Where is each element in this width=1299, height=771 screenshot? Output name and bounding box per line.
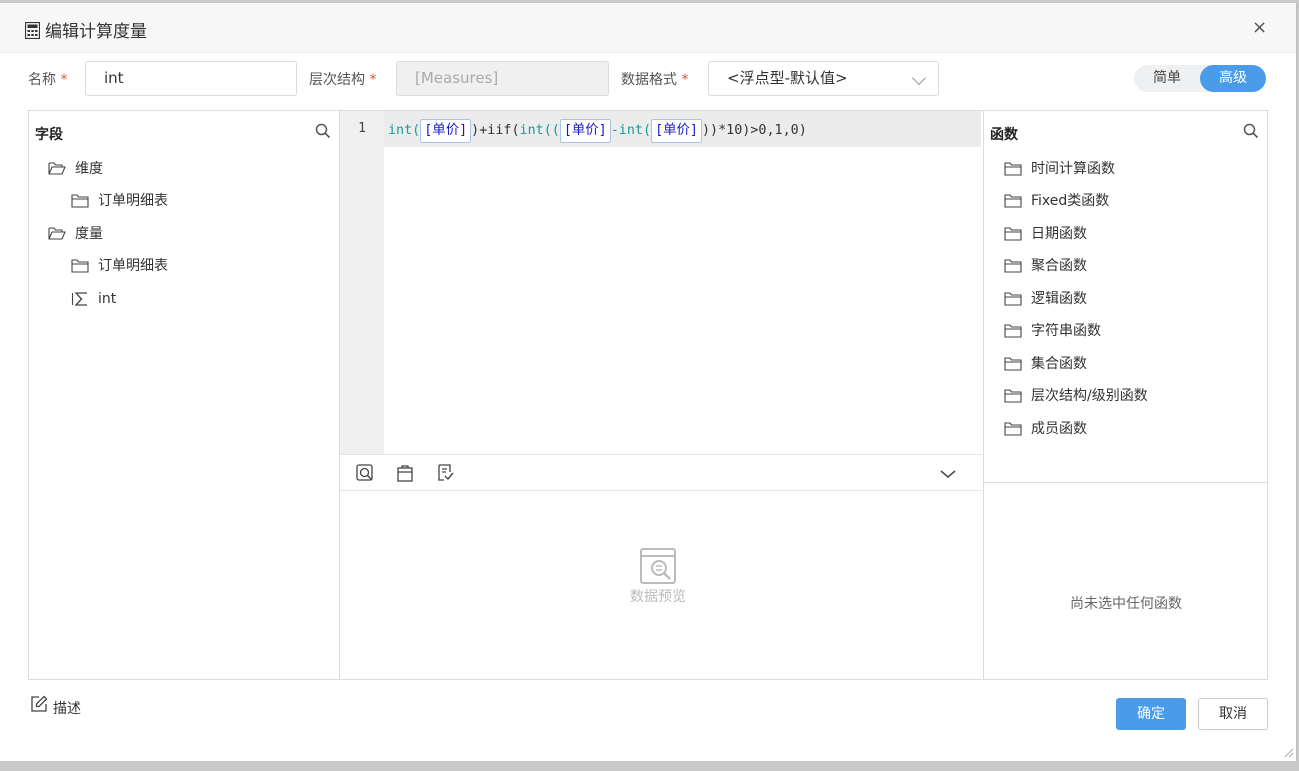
folder-open-icon: [48, 227, 66, 240]
function-category-label: 成员函数: [1031, 421, 1087, 437]
tree-node-label: int: [98, 291, 117, 307]
mode-toggle: 简单 高级: [1134, 65, 1266, 92]
fields-panel-title: 字段: [35, 127, 63, 143]
validate-icon[interactable]: [435, 463, 455, 483]
line-gutter: [340, 111, 384, 454]
format-select-value: <浮点型-默认值>: [727, 69, 848, 87]
code-fn: int(: [388, 123, 421, 138]
name-input[interactable]: int: [85, 61, 297, 96]
search-icon[interactable]: [1243, 123, 1259, 139]
close-icon[interactable]: ×: [1252, 18, 1267, 38]
chevron-down-icon[interactable]: [938, 464, 958, 484]
required-mark: *: [60, 72, 68, 88]
resize-handle-icon[interactable]: [1284, 748, 1294, 758]
function-category-label: Fixed类函数: [1031, 193, 1110, 209]
data-preview-icon: [640, 548, 676, 584]
function-category-label: 层次结构/级别函数: [1031, 388, 1148, 404]
folder-icon: [1004, 357, 1022, 371]
format-label-text: 数据格式: [621, 72, 677, 88]
folder-icon: [1004, 162, 1022, 176]
function-category-label: 逻辑函数: [1031, 291, 1087, 307]
tree-node-label: 订单明细表: [98, 193, 168, 209]
formula-code[interactable]: int([单价])+iif(int(([单价] -int([单价]))*10)>0…: [388, 119, 807, 143]
format-select[interactable]: <浮点型-默认值>: [708, 61, 939, 96]
folder-open-icon: [48, 162, 66, 175]
cancel-button[interactable]: 取消: [1198, 698, 1268, 730]
name-label-text: 名称: [28, 72, 56, 88]
tree-node-label: 维度: [75, 161, 103, 177]
folder-icon: [1004, 324, 1022, 338]
function-category-label: 时间计算函数: [1031, 161, 1115, 177]
hierarchy-input: [Measures]: [396, 61, 609, 96]
code-text: ))*10)>0,1,0): [701, 123, 807, 138]
format-label: 数据格式 *: [621, 69, 688, 89]
tree-node-label: 度量: [75, 226, 103, 242]
folder-icon: [1004, 227, 1022, 241]
code-fn: int((: [519, 123, 560, 138]
edit-icon: [31, 695, 48, 712]
folder-icon: [1004, 194, 1022, 208]
folder-icon: [1004, 389, 1022, 403]
editor-toolbar: [340, 454, 982, 491]
dialog-title: 编辑计算度量: [45, 22, 147, 42]
functions-panel-title: 函数: [990, 127, 1018, 143]
function-category-label: 日期函数: [1031, 226, 1087, 242]
chevron-down-icon: [911, 70, 927, 86]
function-detail-panel: [983, 482, 1268, 680]
tree-node-label: 订单明细表: [98, 258, 168, 274]
folder-icon: [1004, 259, 1022, 273]
hierarchy-label: 层次结构 *: [309, 69, 376, 89]
functions-panel: [983, 110, 1268, 483]
describe-label: 描述: [53, 701, 81, 717]
data-preview-label: 数据预览: [630, 589, 686, 605]
edit-calculated-measure-dialog: 编辑计算度量 × 名称 * int 层次结构 * [Measures] 数据格式…: [0, 3, 1297, 761]
name-label: 名称 *: [28, 69, 67, 89]
field-token[interactable]: [单价]: [559, 119, 611, 143]
field-token[interactable]: [单价]: [651, 119, 702, 143]
code-text: iif(: [487, 123, 520, 138]
required-mark: *: [681, 72, 689, 88]
mode-advanced-option[interactable]: 高级: [1200, 65, 1266, 92]
required-mark: *: [369, 72, 377, 88]
calculator-icon: [25, 22, 40, 39]
function-category-label: 集合函数: [1031, 356, 1087, 372]
code-text: )+: [471, 123, 488, 138]
hierarchy-label-text: 层次结构: [309, 72, 365, 88]
clipboard-icon[interactable]: [395, 463, 415, 483]
folder-icon: [1004, 422, 1022, 436]
dialog-header: 编辑计算度量 ×: [0, 3, 1296, 53]
folder-icon: [71, 194, 89, 208]
field-token[interactable]: [单价]: [420, 119, 472, 143]
search-icon[interactable]: [315, 123, 331, 139]
measure-sigma-icon: [71, 292, 87, 306]
code-fn: -int(: [610, 123, 652, 138]
preview-search-icon[interactable]: [355, 463, 375, 483]
line-number: 1: [358, 121, 366, 136]
mode-simple-option[interactable]: 简单: [1134, 65, 1200, 92]
function-category-label: 聚合函数: [1031, 258, 1087, 274]
no-function-selected-text: 尚未选中任何函数: [1070, 596, 1182, 612]
confirm-button[interactable]: 确定: [1116, 698, 1186, 730]
function-category-label: 字符串函数: [1031, 323, 1101, 339]
folder-icon: [71, 259, 89, 273]
folder-icon: [1004, 292, 1022, 306]
